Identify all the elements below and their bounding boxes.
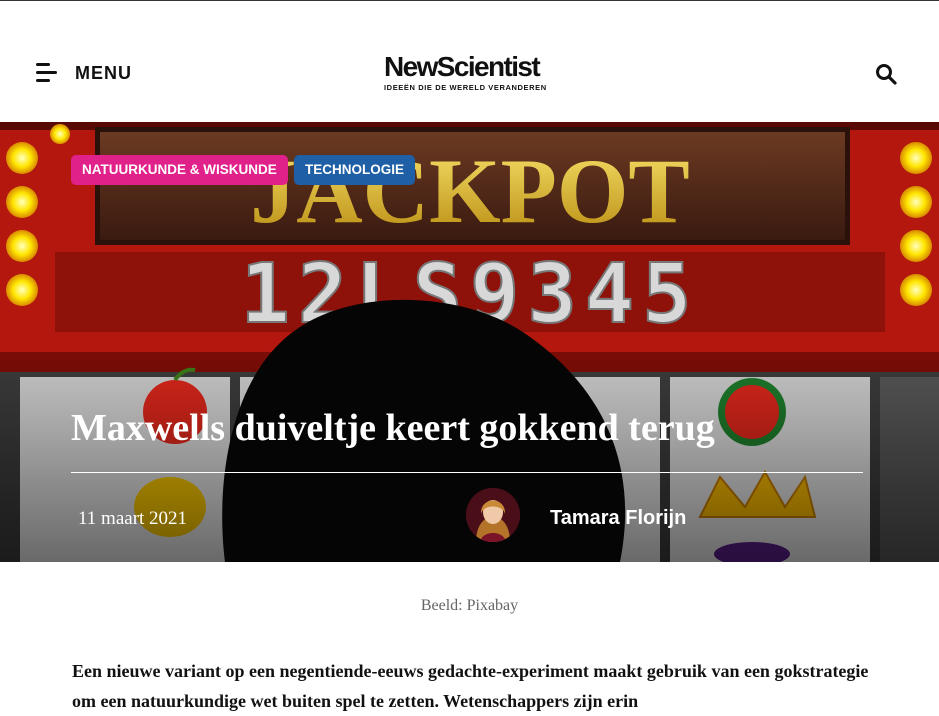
- site-logo[interactable]: NewScientist IDEEËN DIE DE WERELD VERAND…: [384, 51, 554, 93]
- hero-section: JACKPOT 12LS9345 NATUURKUNDE & WISKUNDE …: [0, 122, 939, 562]
- article-title: Maxwells duiveltje keert gokkend terug: [71, 407, 715, 449]
- menu-button[interactable]: MENU: [36, 61, 132, 85]
- tag-natuurkunde-wiskunde[interactable]: NATUURKUNDE & WISKUNDE: [71, 155, 288, 185]
- logo-text: NewScientist: [384, 51, 541, 82]
- publish-date: 11 maart 2021: [78, 508, 188, 529]
- article-intro: Een nieuwe variant op een negentiende-ee…: [72, 661, 869, 711]
- author-avatar[interactable]: [466, 488, 520, 542]
- author-name[interactable]: Tamara Florijn: [550, 507, 686, 530]
- hero-image: JACKPOT 12LS9345: [0, 122, 939, 562]
- image-caption: Beeld: Pixabay: [420, 597, 519, 614]
- site-header: MENU NewScientist IDEEËN DIE DE WERELD V…: [0, 1, 939, 122]
- title-divider: [71, 472, 863, 473]
- search-button[interactable]: [875, 63, 897, 85]
- tag-technologie[interactable]: TECHNOLOGIE: [294, 155, 416, 185]
- menu-label: MENU: [75, 62, 132, 83]
- logo-tagline: IDEEËN DIE DE WERELD VERANDEREN: [384, 83, 547, 92]
- hamburger-menu-icon: [36, 63, 60, 83]
- search-icon: [876, 64, 897, 85]
